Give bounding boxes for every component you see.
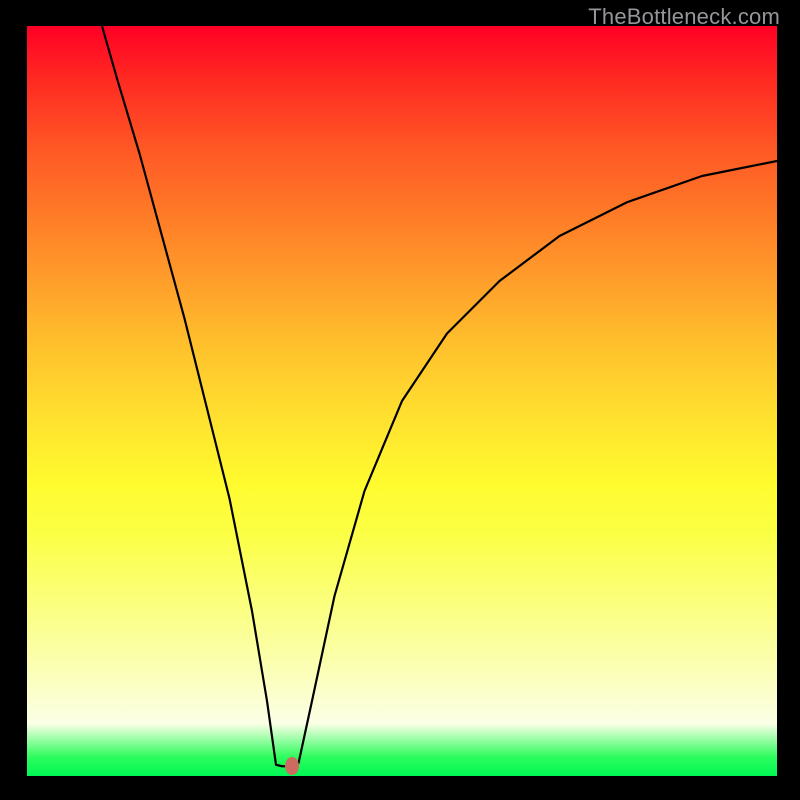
curve-minimum-marker: [285, 757, 299, 775]
plot-area: [27, 26, 777, 776]
bottleneck-curve: [27, 26, 777, 776]
chart-frame: TheBottleneck.com: [0, 0, 800, 800]
